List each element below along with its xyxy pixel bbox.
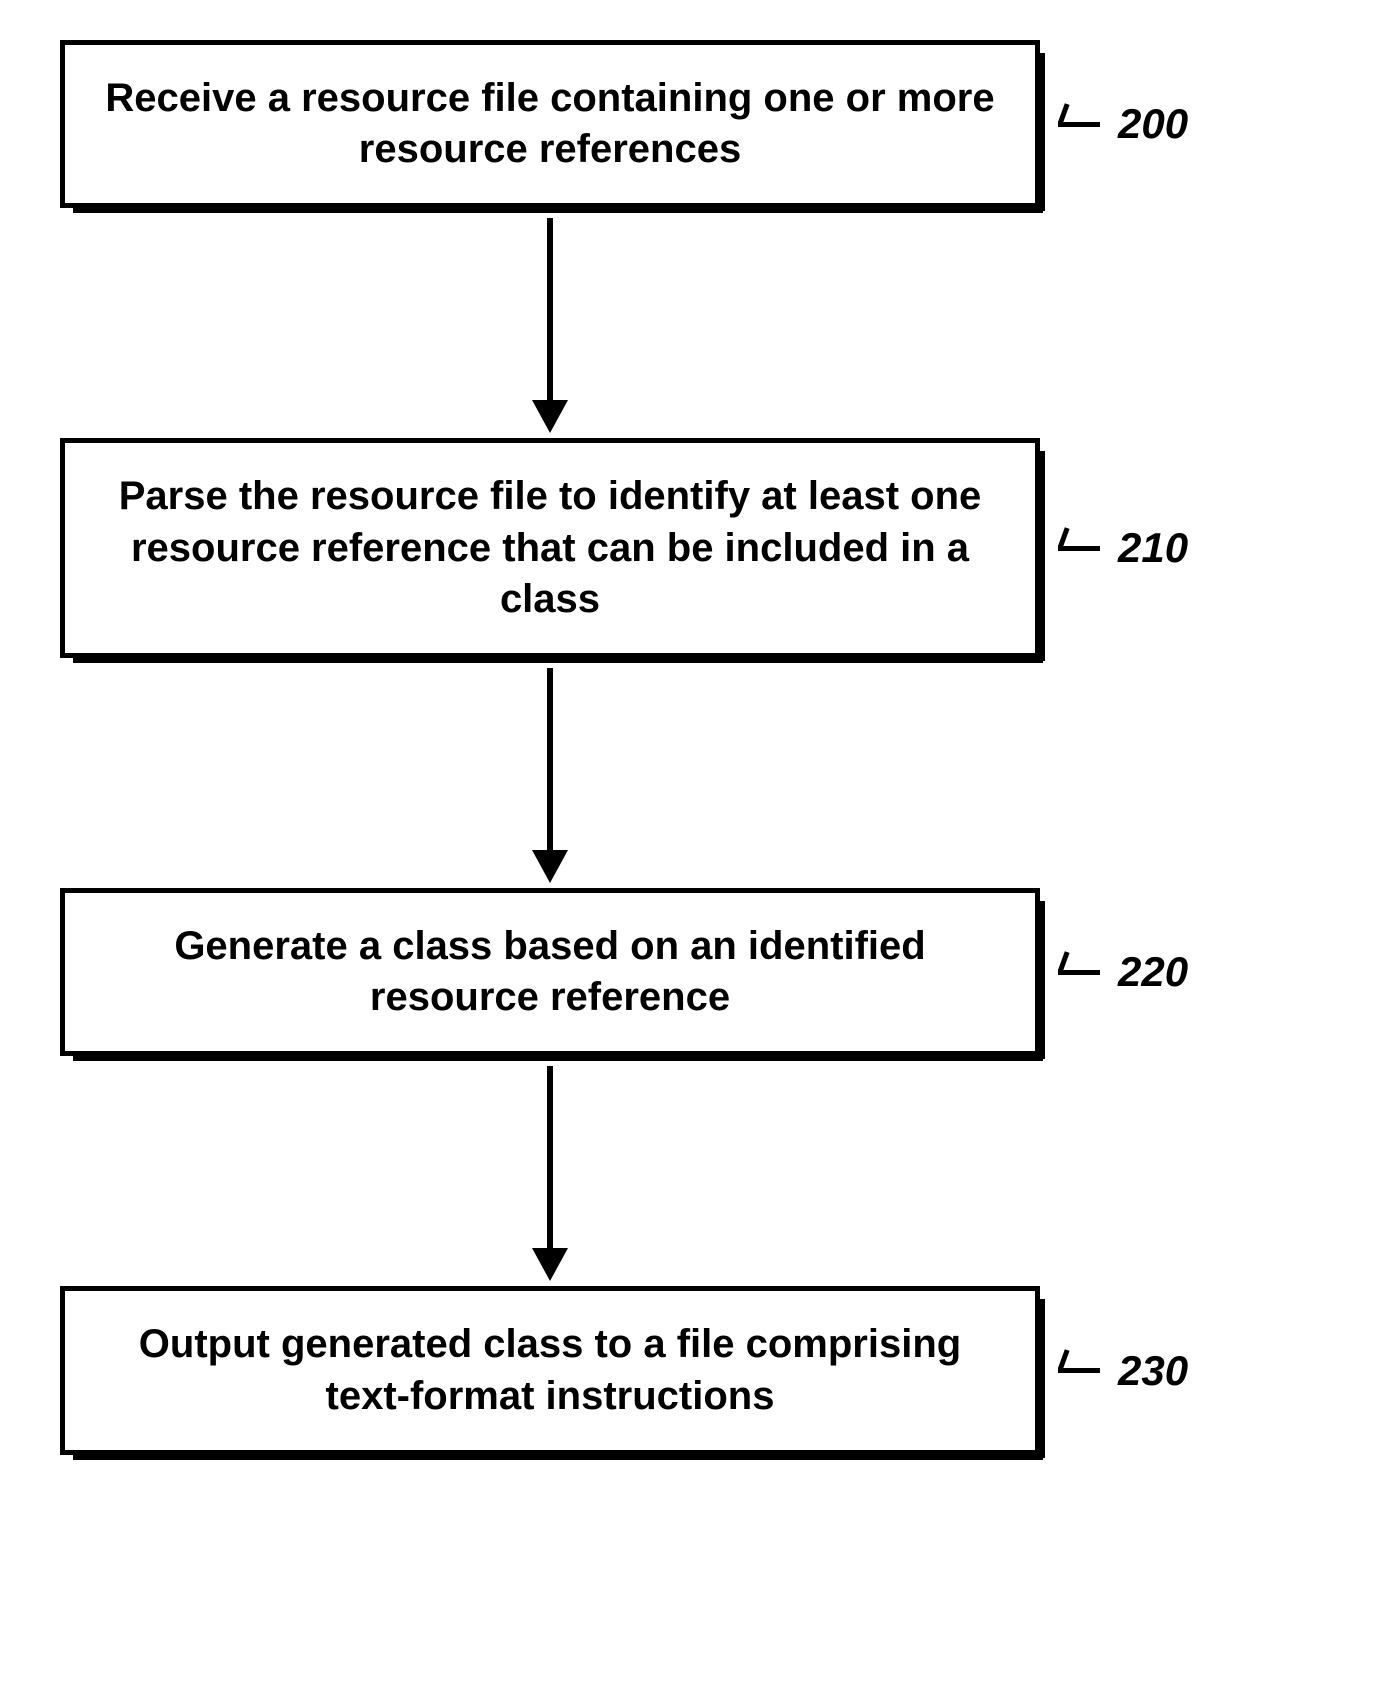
flowchart: Receive a resource file containing one o…	[60, 40, 1340, 1455]
reference-number: 220	[1118, 948, 1188, 996]
arrow-down-icon	[520, 658, 580, 888]
reference-number: 210	[1118, 524, 1188, 572]
flow-step: Output generated class to a file compris…	[60, 1286, 1340, 1454]
box-text: Parse the resource file to identify at l…	[95, 471, 1005, 625]
process-box: Parse the resource file to identify at l…	[60, 438, 1040, 658]
reference-number: 200	[1118, 100, 1188, 148]
box-text: Receive a resource file containing one o…	[95, 73, 1005, 175]
process-box: Generate a class based on an identified …	[60, 888, 1040, 1056]
leader-line	[1058, 970, 1100, 975]
arrow-container	[60, 1056, 1040, 1286]
box-text: Output generated class to a file compris…	[95, 1319, 1005, 1421]
reference-number: 230	[1118, 1347, 1188, 1395]
flow-step: Parse the resource file to identify at l…	[60, 438, 1340, 658]
flow-step: Receive a resource file containing one o…	[60, 40, 1340, 208]
arrow-down-icon	[520, 208, 580, 438]
box-text: Generate a class based on an identified …	[95, 921, 1005, 1023]
leader-line	[1058, 122, 1100, 127]
reference-label-wrap: 230	[1058, 1347, 1188, 1395]
reference-label-wrap: 210	[1058, 524, 1188, 572]
process-box: Receive a resource file containing one o…	[60, 40, 1040, 208]
arrow-container	[60, 208, 1040, 438]
flow-step: Generate a class based on an identified …	[60, 888, 1340, 1056]
process-box: Output generated class to a file compris…	[60, 1286, 1040, 1454]
reference-label-wrap: 220	[1058, 948, 1188, 996]
leader-line	[1058, 1368, 1100, 1373]
reference-label-wrap: 200	[1058, 100, 1188, 148]
leader-line	[1058, 546, 1100, 551]
arrow-container	[60, 658, 1040, 888]
arrow-down-icon	[520, 1056, 580, 1286]
